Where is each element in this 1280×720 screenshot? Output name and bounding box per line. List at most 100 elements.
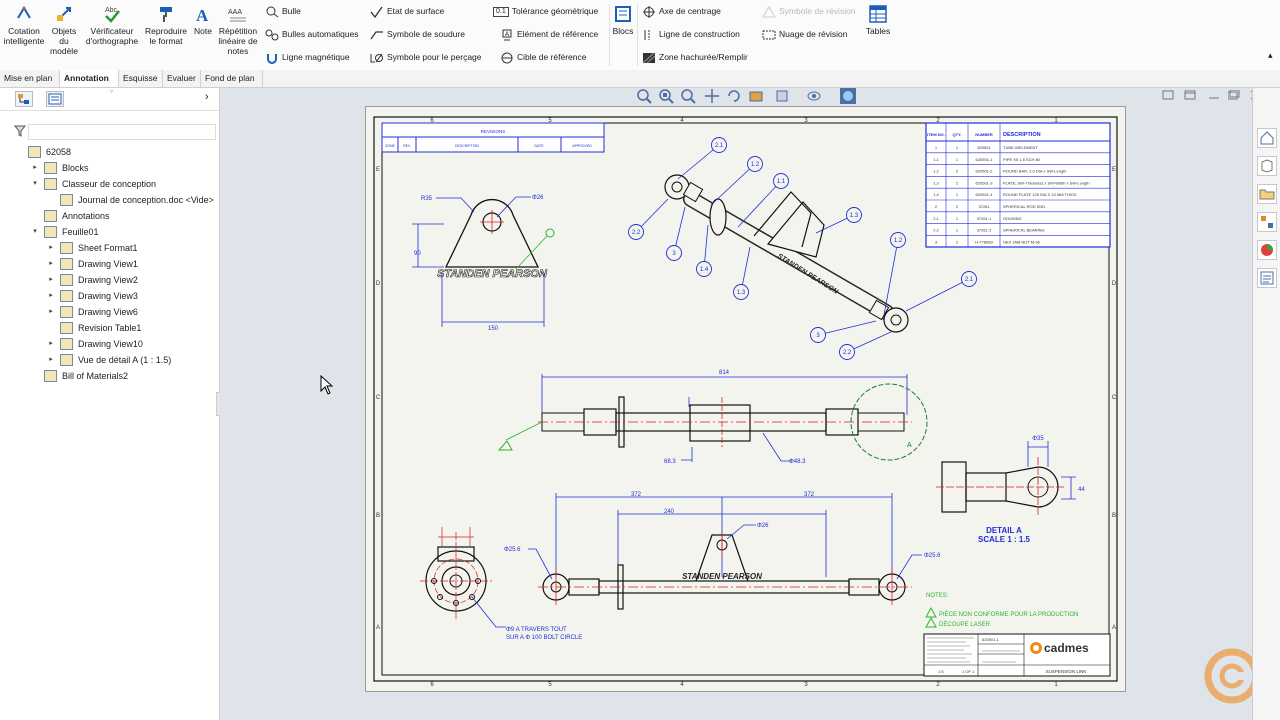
tab-esquisse[interactable]: Esquisse bbox=[119, 70, 163, 87]
weld-symbol-button[interactable]: Symbole de soudure bbox=[370, 27, 465, 41]
hole-callout-button[interactable]: Symbole pour le perçage bbox=[370, 50, 482, 64]
revision-table[interactable]: REVISIONS ZONE REV. DESCRIPTION DATE APP… bbox=[381, 122, 605, 153]
tree-expand-icon[interactable]: ▸ bbox=[46, 304, 56, 320]
pan-icon[interactable] bbox=[704, 88, 720, 104]
section-view-icon[interactable] bbox=[748, 88, 764, 104]
surface-finish-button[interactable]: Etat de surface bbox=[370, 4, 444, 18]
maximize-icon[interactable] bbox=[1228, 90, 1240, 100]
centerline-button[interactable]: Ligne de construction bbox=[642, 27, 740, 41]
tree-item[interactable]: ▸ Drawing View1 bbox=[0, 256, 219, 272]
datum-target-button[interactable]: Cible de référence bbox=[500, 50, 586, 64]
tree-item[interactable]: ▸ Vue de détail A (1 : 1.5) bbox=[0, 352, 219, 368]
datum-feature-button[interactable]: A Elément de référence bbox=[500, 27, 598, 41]
task-pane-view-palette[interactable] bbox=[1257, 212, 1277, 232]
zone-marker-side: D bbox=[1112, 281, 1117, 287]
tree-item[interactable]: Journal de conception.doc <Vide> bbox=[0, 192, 219, 208]
bill-of-materials-table[interactable]: ITEM NO. QTY. NUMBER DESCRIPTION1 1 620501 TUB… bbox=[925, 122, 1111, 248]
tree-item[interactable]: ▾ Classeur de conception bbox=[0, 176, 219, 192]
dim-dia-26: Φ26 bbox=[532, 195, 544, 201]
panel-expand-chevron-icon[interactable]: › bbox=[205, 91, 209, 103]
task-pane-resources[interactable] bbox=[1257, 156, 1277, 176]
balloon-label: 1.2 bbox=[751, 162, 760, 168]
tab-evaluer[interactable]: Evaluer bbox=[163, 70, 201, 87]
task-pane-appearances[interactable] bbox=[1257, 240, 1277, 260]
task-pane-custom-properties[interactable] bbox=[1257, 268, 1277, 288]
tab-mise-en-plan[interactable]: Mise en plan bbox=[0, 70, 60, 87]
task-pane-file-explorer[interactable] bbox=[1257, 184, 1277, 204]
bracket-view[interactable]: STANDEN PEARSON 90 150 R35 Φ26 bbox=[412, 195, 555, 332]
auto-balloon-button[interactable]: Bulles automatiques bbox=[265, 27, 359, 41]
notes-block[interactable]: NOTES: PIÈCE NON CONFORME POUR LA PRODUC… bbox=[925, 593, 1078, 628]
tree-item[interactable]: ▸ Drawing View2 bbox=[0, 272, 219, 288]
previous-view-icon[interactable] bbox=[680, 88, 696, 104]
svg-text:Abc: Abc bbox=[105, 7, 118, 14]
geometric-tolerance-button[interactable]: 0.1 Tolérance géométrique bbox=[493, 4, 598, 18]
side-view[interactable]: 814 A 68.3 Φ48.3 bbox=[497, 370, 928, 465]
rotate-view-icon[interactable] bbox=[726, 88, 742, 104]
bom-cell: 37261-1 bbox=[977, 216, 992, 221]
tree-expand-icon[interactable]: ▾ bbox=[30, 176, 40, 192]
tolerance-badge: 0.1 bbox=[493, 6, 509, 17]
magnet-icon bbox=[265, 52, 279, 64]
tree-expand-icon[interactable]: ▸ bbox=[46, 256, 56, 272]
magnetic-line-button[interactable]: Ligne magnétique bbox=[265, 50, 350, 64]
zoom-to-area-icon[interactable] bbox=[658, 88, 674, 104]
task-pane-home[interactable] bbox=[1257, 128, 1277, 148]
tree-item[interactable]: Annotations bbox=[0, 208, 219, 224]
tree-expand-icon[interactable]: ▾ bbox=[30, 224, 40, 240]
tree-item[interactable]: ▸ Drawing View10 bbox=[0, 336, 219, 352]
tables-button[interactable]: Tables bbox=[864, 4, 892, 36]
filter-icon[interactable] bbox=[13, 125, 27, 139]
end-view[interactable]: Φ9 A TRAVERS TOUT SUR A Φ 100 BOLT CIRCL… bbox=[420, 527, 582, 641]
ribbon-collapse-icon[interactable]: ▴ bbox=[1268, 48, 1273, 62]
isometric-view[interactable]: STANDEN PEARSON bbox=[664, 174, 909, 333]
minimize-icon[interactable] bbox=[1208, 90, 1220, 100]
tile-window-icon[interactable] bbox=[1162, 90, 1174, 100]
spell-check-button[interactable]: Abc Vérificateur d'orthographe bbox=[82, 4, 142, 46]
center-mark-button[interactable]: Axe de centrage bbox=[642, 4, 721, 18]
zoom-to-fit-icon[interactable] bbox=[636, 88, 652, 104]
tree-expand-icon[interactable]: ▸ bbox=[30, 160, 40, 176]
tree-item[interactable]: Revision Table1 bbox=[0, 320, 219, 336]
smart-dimension-button[interactable]: Cotation intelligente bbox=[2, 4, 46, 46]
dim-dia-35: Φ35 bbox=[1032, 436, 1044, 442]
tree-expand-icon[interactable]: ▸ bbox=[46, 352, 56, 368]
bom-cell: PIPE X5 1.5 SCH 80 bbox=[1003, 157, 1041, 162]
tree-expand-icon[interactable]: ▸ bbox=[46, 288, 56, 304]
hide-show-items-icon[interactable] bbox=[806, 88, 822, 104]
feature-manager-tab[interactable] bbox=[15, 91, 33, 107]
tree-filter-input[interactable] bbox=[28, 124, 216, 140]
tree-expand-icon[interactable]: ▸ bbox=[46, 336, 56, 352]
tree-item[interactable]: ▸ Drawing View6 bbox=[0, 304, 219, 320]
model-items-button[interactable]: Objets du modèle bbox=[47, 4, 81, 56]
tree-item[interactable]: ▾ Feuille01 bbox=[0, 224, 219, 240]
restore-window-icon[interactable] bbox=[1184, 90, 1196, 100]
area-hatch-button[interactable]: Zone hachurée/Remplir bbox=[642, 50, 748, 64]
tree-expand-icon[interactable]: ▸ bbox=[46, 272, 56, 288]
drawing-sheet[interactable]: 665544332211EEDDCCBBAA REVISIONS ZONE RE… bbox=[365, 106, 1126, 692]
appearance-icon[interactable] bbox=[840, 88, 856, 104]
tree-item[interactable]: ▸ Blocks bbox=[0, 160, 219, 176]
tree-item[interactable]: 62058 bbox=[0, 144, 219, 160]
detail-a-view[interactable]: Φ35 44 DETAIL A SCALE 1 : 1.5 bbox=[936, 436, 1085, 544]
ribbon-separator bbox=[609, 4, 610, 66]
display-style-icon[interactable] bbox=[774, 88, 790, 104]
property-manager-tab[interactable] bbox=[46, 91, 64, 107]
title-block[interactable]: 620501-1 SUSPENSION LINK 1:5 1 OF 1 cadm… bbox=[923, 633, 1111, 677]
tree-expand-icon[interactable]: ▸ bbox=[46, 240, 56, 256]
tab-annotation[interactable]: Annotation bbox=[60, 70, 119, 87]
tree-item[interactable]: Bill of Materials2 bbox=[0, 368, 219, 384]
revision-symbol-button[interactable]: Symbole de révision bbox=[762, 4, 856, 18]
zone-marker-top: 4 bbox=[680, 682, 684, 688]
tree-item[interactable]: ▸ Drawing View3 bbox=[0, 288, 219, 304]
tree-item[interactable]: ▸ Sheet Format1 bbox=[0, 240, 219, 256]
tab-fond-de-plan[interactable]: Fond de plan bbox=[201, 70, 263, 87]
balloon-button[interactable]: Bulle bbox=[265, 4, 301, 18]
linear-note-pattern-button[interactable]: AAA Répétition linéaire de notes bbox=[216, 4, 260, 56]
note-button[interactable]: A Note bbox=[191, 4, 215, 36]
format-painter-button[interactable]: Reproduire le format bbox=[143, 4, 189, 46]
front-view[interactable]: 372 372 240 STANDEN PEARSON Φ26 Φ25.6 Φ2… bbox=[504, 492, 941, 610]
zone-marker-side: C bbox=[1112, 395, 1117, 401]
revision-cloud-button[interactable]: Nuage de révision bbox=[762, 27, 848, 41]
blocks-button[interactable]: Blocs bbox=[611, 4, 635, 36]
